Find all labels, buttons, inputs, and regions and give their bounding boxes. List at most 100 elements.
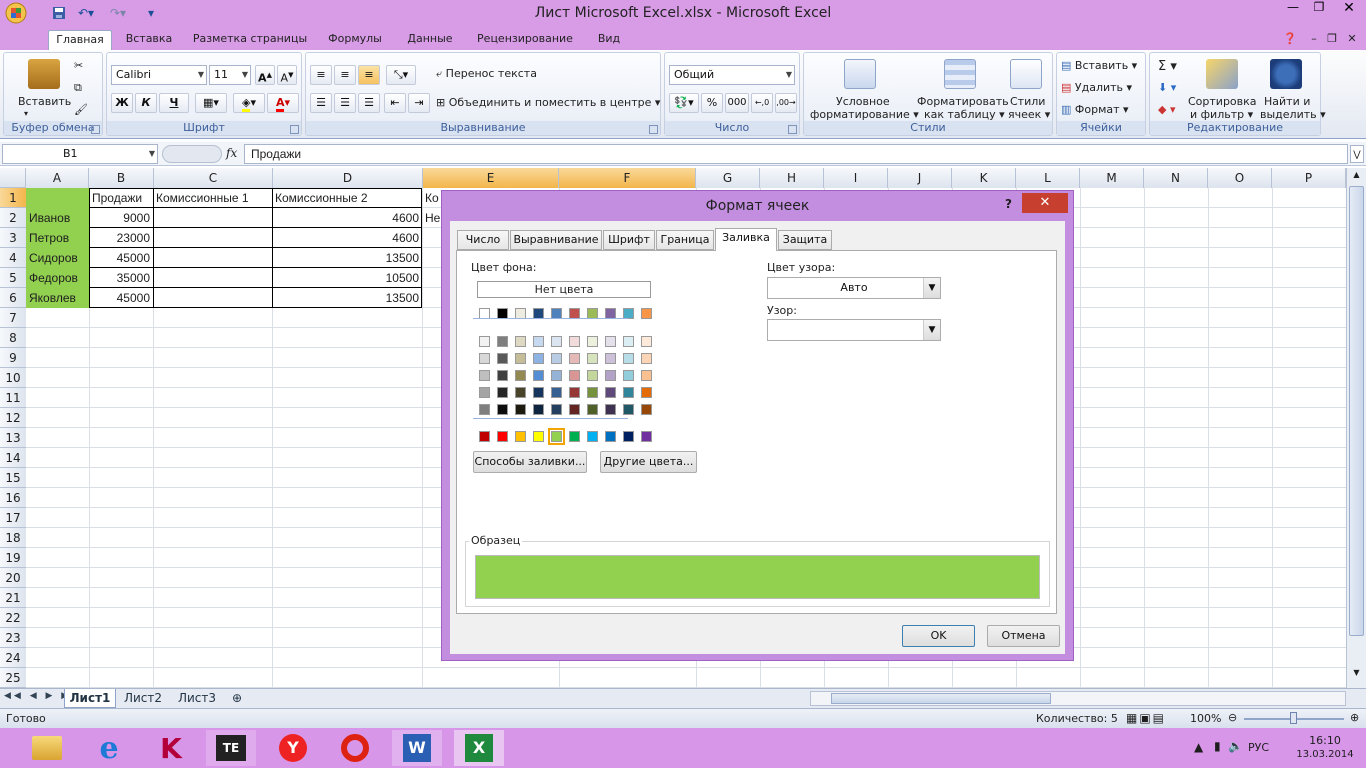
- cell-b2[interactable]: 9000: [89, 208, 153, 228]
- row-header[interactable]: 6: [0, 288, 26, 308]
- tab-page-layout[interactable]: Разметка страницы: [188, 30, 312, 50]
- tab-review[interactable]: Рецензирование: [470, 30, 580, 50]
- color-swatch[interactable]: [515, 387, 526, 398]
- color-swatch[interactable]: [569, 336, 580, 347]
- language-indicator[interactable]: РУС: [1248, 741, 1269, 754]
- row-header[interactable]: 23: [0, 628, 26, 648]
- internet-explorer-icon[interactable]: e: [84, 730, 134, 766]
- color-swatch[interactable]: [641, 370, 652, 381]
- color-swatch[interactable]: [551, 387, 562, 398]
- font-size-combo[interactable]: 11 ▼: [209, 65, 251, 85]
- col-header[interactable]: F: [559, 168, 696, 188]
- color-swatch[interactable]: [548, 428, 565, 445]
- alignment-launcher-icon[interactable]: [649, 125, 658, 134]
- col-header[interactable]: B: [89, 168, 154, 188]
- cell-a6[interactable]: Яковлев: [26, 288, 89, 308]
- color-swatch[interactable]: [623, 431, 634, 442]
- cell-styles-icon[interactable]: [1010, 59, 1042, 89]
- orientation-icon[interactable]: ⤡▾: [386, 65, 416, 85]
- color-swatch[interactable]: [533, 370, 544, 381]
- cond-format-label-1[interactable]: Условное: [836, 95, 890, 108]
- kaspersky-icon[interactable]: K: [146, 730, 196, 766]
- clock-date[interactable]: 13.03.2014: [1294, 749, 1356, 760]
- yandex-browser-icon[interactable]: Y: [268, 730, 318, 766]
- zoom-in-icon[interactable]: ⊕: [1350, 711, 1359, 724]
- tab-formulas[interactable]: Формулы: [320, 30, 390, 50]
- color-swatch[interactable]: [515, 431, 526, 442]
- tab-number[interactable]: Число: [457, 230, 509, 250]
- horizontal-scrollbar[interactable]: [810, 691, 1346, 706]
- color-swatch[interactable]: [479, 370, 490, 381]
- color-swatch[interactable]: [587, 431, 598, 442]
- name-box[interactable]: B1 ▼: [2, 144, 158, 164]
- cell-d3[interactable]: 4600: [272, 228, 422, 248]
- zoom-level[interactable]: 100%: [1190, 712, 1221, 725]
- color-swatch[interactable]: [569, 431, 580, 442]
- color-swatch[interactable]: [623, 336, 634, 347]
- dialog-help-icon[interactable]: ?: [1005, 197, 1012, 211]
- format-table-label-1[interactable]: Форматировать: [917, 95, 1009, 108]
- color-swatch[interactable]: [497, 387, 508, 398]
- ribbon-minimize-icon[interactable]: –: [1306, 30, 1322, 50]
- scroll-thumb[interactable]: [1349, 186, 1364, 636]
- row-header[interactable]: 2: [0, 208, 26, 228]
- clear-icon[interactable]: ◆ ▾: [1158, 103, 1175, 116]
- no-color-button[interactable]: Нет цвета: [477, 281, 651, 298]
- format-painter-icon[interactable]: 🖌: [74, 103, 88, 116]
- color-swatch[interactable]: [587, 387, 598, 398]
- col-header[interactable]: E: [423, 168, 559, 188]
- italic-button[interactable]: К: [135, 93, 157, 113]
- color-swatch[interactable]: [641, 431, 652, 442]
- find-select-label-1[interactable]: Найти и: [1264, 95, 1310, 108]
- restore-icon[interactable]: ❐: [1304, 0, 1334, 20]
- tab-font[interactable]: Шрифт: [603, 230, 655, 250]
- col-header[interactable]: G: [696, 168, 760, 188]
- row-header[interactable]: 20: [0, 568, 26, 588]
- total-commander-icon[interactable]: TE: [206, 730, 256, 766]
- row-header[interactable]: 14: [0, 448, 26, 468]
- decrease-indent-icon[interactable]: ⇤: [384, 93, 406, 113]
- col-header[interactable]: P: [1272, 168, 1346, 188]
- col-header[interactable]: N: [1144, 168, 1208, 188]
- find-select-label-2[interactable]: выделить ▾: [1260, 108, 1326, 121]
- color-swatch[interactable]: [623, 387, 634, 398]
- sheet-tab-2[interactable]: Лист2: [118, 689, 168, 708]
- merge-center-button[interactable]: ⊞ Объединить и поместить в центре ▾: [436, 96, 660, 109]
- tab-data[interactable]: Данные: [398, 30, 462, 50]
- row-header[interactable]: 21: [0, 588, 26, 608]
- color-swatch[interactable]: [587, 336, 598, 347]
- help-icon[interactable]: ❓: [1282, 30, 1298, 50]
- volume-icon[interactable]: 🔈: [1228, 739, 1243, 753]
- color-swatch[interactable]: [605, 336, 616, 347]
- pattern-color-combo[interactable]: Авто ▼: [767, 277, 941, 299]
- select-all-button[interactable]: [0, 168, 26, 188]
- color-swatch[interactable]: [569, 387, 580, 398]
- cell-e1[interactable]: Ко: [422, 188, 442, 208]
- pattern-combo[interactable]: ▼: [767, 319, 941, 341]
- shrink-font-icon[interactable]: A▼: [277, 65, 297, 85]
- color-swatch[interactable]: [641, 336, 652, 347]
- decrease-decimal-icon[interactable]: ,00→: [775, 93, 797, 113]
- tab-protection[interactable]: Защита: [778, 230, 832, 250]
- cell-e2[interactable]: Не: [422, 208, 442, 228]
- color-swatch[interactable]: [497, 370, 508, 381]
- number-format-combo[interactable]: Общий ▼: [669, 65, 795, 85]
- col-header[interactable]: I: [824, 168, 888, 188]
- cell-d4[interactable]: 13500: [272, 248, 422, 268]
- fill-icon[interactable]: ⬇ ▾: [1158, 81, 1176, 94]
- row-header[interactable]: 3: [0, 228, 26, 248]
- row-header[interactable]: 11: [0, 388, 26, 408]
- font-color-icon[interactable]: A▾: [267, 93, 299, 113]
- wrap-text-button[interactable]: ⤶ Перенос текста: [436, 67, 537, 81]
- clipboard-launcher-icon[interactable]: [91, 125, 100, 134]
- color-swatch[interactable]: [605, 404, 616, 415]
- formula-input[interactable]: Продажи: [244, 144, 1348, 164]
- tab-view[interactable]: Вид: [588, 30, 630, 50]
- color-swatch[interactable]: [515, 353, 526, 364]
- copy-icon[interactable]: ⧉: [74, 81, 82, 95]
- cell-b3[interactable]: 23000: [89, 228, 153, 248]
- color-swatch[interactable]: [623, 370, 634, 381]
- color-swatch[interactable]: [551, 404, 562, 415]
- color-swatch[interactable]: [587, 404, 598, 415]
- row-header[interactable]: 13: [0, 428, 26, 448]
